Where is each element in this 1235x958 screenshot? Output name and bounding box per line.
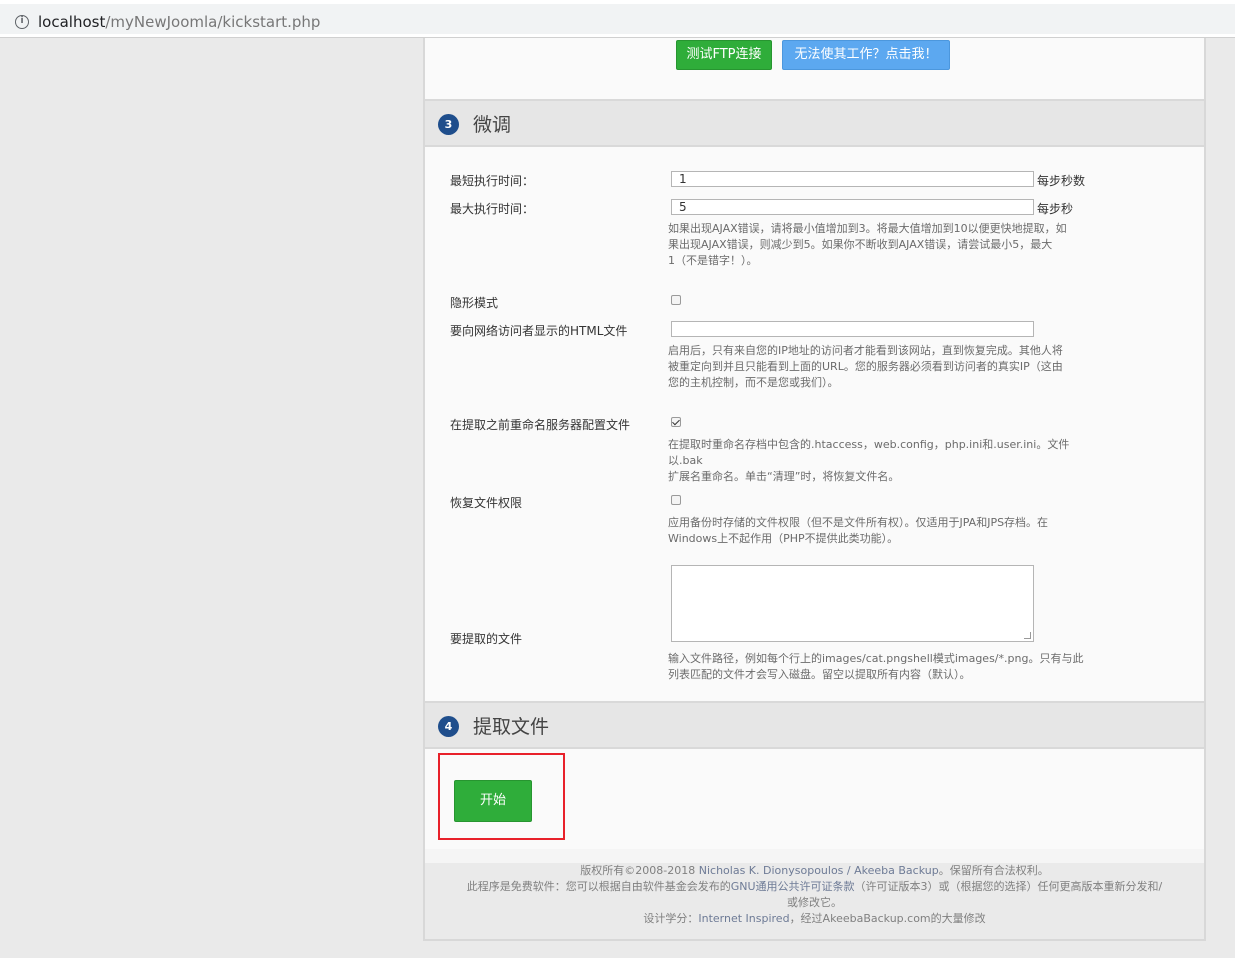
restore-permissions-help: 应用备份时存储的文件权限（但不是文件所有权）。仅适用于JPA和JPS存档。在 W… (668, 515, 1103, 547)
exec-time-help: 如果出现AJAX错误，请将最小值增加到3。将最大值增加到10以便更快地提取，如 … (668, 221, 1103, 269)
url-text[interactable]: localhost/myNewJoomla/kickstart.php (38, 13, 320, 31)
section-fine-tuning-header: 3 微调 (425, 99, 1204, 147)
footer-text: 。保留所有合法权利。 (938, 864, 1049, 877)
footer-text: 版权所有©2008-2018 (580, 864, 699, 877)
restore-permissions-label: 恢复文件权限 (450, 496, 523, 510)
min-exec-label: 最短执行时间： (450, 174, 535, 188)
footer-license: 此程序是免费软件：您可以根据自由软件基金会发布的GNU通用公共许可证条款（许可证… (425, 879, 1204, 895)
min-exec-unit: 每步秒数 (1037, 174, 1086, 188)
stealth-mode-label: 隐形模式 (450, 296, 499, 310)
help-line: 您的主机控制，而不是您或我们）。 (668, 376, 839, 389)
max-exec-input[interactable]: 5 (671, 199, 1034, 215)
help-line: 启用后，只有来自您的IP地址的访问者才能看到该网站，直到恢复完成。其他人将 (668, 344, 1063, 357)
footer: 版权所有©2008-2018 Nicholas K. Dionysopoulos… (425, 863, 1204, 939)
step-number-badge: 3 (438, 114, 459, 135)
extract-files-textarea[interactable] (671, 565, 1034, 642)
extract-files-label: 要提取的文件 (450, 632, 523, 646)
help-line: 列表匹配的文件才会写入磁盘。留空以提取所有内容（默认）。 (668, 668, 971, 681)
url-host: localhost (38, 13, 106, 31)
section-extract-header: 4 提取文件 (425, 701, 1204, 749)
help-line: 应用备份时存储的文件权限（但不是文件所有权）。仅适用于JPA和JPS存档。在 (668, 516, 1049, 529)
footer-text: ，经过AkeebaBackup.com的大量修改 (789, 912, 986, 925)
resize-grip-icon[interactable] (1024, 632, 1031, 639)
kickstart-container: 测试FTP连接 无法使其工作？点击我！ 3 微调 最短执行时间： 1 每步秒数 … (423, 38, 1206, 941)
help-line: 在提取时重命名存档中包含的.htaccess，web.config，php.in… (668, 438, 1070, 467)
help-line: 扩展名重命名。单击“清理”时，将恢复文件名。 (668, 470, 900, 483)
stealth-mode-checkbox[interactable] (671, 295, 681, 305)
ftp-help-button[interactable]: 无法使其工作？点击我！ (782, 40, 950, 70)
rename-config-checkbox[interactable] (671, 417, 681, 427)
max-exec-unit: 每步秒 (1037, 202, 1074, 216)
section-title: 提取文件 (473, 716, 550, 738)
rename-config-help: 在提取时重命名存档中包含的.htaccess，web.config，php.in… (668, 437, 1103, 485)
footer-design-link[interactable]: Internet Inspired (698, 912, 789, 925)
step-number-badge: 4 (438, 716, 459, 737)
stealth-help: 启用后，只有来自您的IP地址的访问者才能看到该网站，直到恢复完成。其他人将 被重… (668, 343, 1103, 391)
extract-files-help: 输入文件路径，例如每个行上的images/cat.pngshell模式image… (668, 651, 1103, 683)
browser-address-bar: i localhost/myNewJoomla/kickstart.php (0, 0, 1235, 38)
help-line: 1（不是错字！）。 (668, 254, 758, 267)
help-line: 输入文件路径，例如每个行上的images/cat.pngshell模式image… (668, 652, 1084, 665)
footer-license-cont: 或修改它。 (787, 896, 842, 909)
html-file-label: 要向网络访问者显示的HTML文件 (450, 324, 628, 338)
rename-config-label: 在提取之前重命名服务器配置文件 (450, 418, 631, 432)
help-line: 如果出现AJAX错误，请将最小值增加到3。将最大值增加到10以便更快地提取，如 (668, 222, 1067, 235)
help-line: 果出现AJAX错误，则减少到5。如果你不断收到AJAX错误，请尝试最小5，最大 (668, 238, 1053, 251)
start-button[interactable]: 开始 (454, 780, 532, 822)
url-path: /myNewJoomla/kickstart.php (105, 13, 321, 31)
footer-text: 设计学分： (643, 912, 699, 925)
section-fine-tuning-body: 最短执行时间： 1 每步秒数 最大执行时间： 5 每步秒 如果出现AJAX错误，… (425, 147, 1204, 701)
html-file-input[interactable] (671, 321, 1034, 337)
section-title: 微调 (473, 114, 512, 136)
help-line: Windows上不起作用（PHP不提供此类功能）。 (668, 532, 899, 545)
section-extract-body: 开始 (425, 749, 1204, 849)
restore-permissions-checkbox[interactable] (671, 495, 681, 505)
footer-author-link[interactable]: Nicholas K. Dionysopoulos / Akeeba Backu… (699, 864, 939, 877)
address-field[interactable]: i localhost/myNewJoomla/kickstart.php (0, 4, 1235, 34)
test-ftp-button[interactable]: 测试FTP连接 (676, 40, 772, 70)
ftp-buttons-area: 测试FTP连接 无法使其工作？点击我！ (425, 38, 1204, 100)
max-exec-label: 最大执行时间： (450, 202, 535, 216)
footer-credits: 设计学分：Internet Inspired，经过AkeebaBackup.co… (425, 911, 1204, 927)
footer-copyright: 版权所有©2008-2018 Nicholas K. Dionysopoulos… (425, 863, 1204, 879)
help-line: 被重定向到并且只能看到上面的URL。您的服务器必须看到访问者的真实IP（这由 (668, 360, 1063, 373)
info-icon[interactable]: i (15, 15, 29, 29)
min-exec-input[interactable]: 1 (671, 171, 1034, 187)
footer-text: （许可证版本3）或（根据您的选择）任何更高版本重新分发和/ (854, 880, 1163, 893)
footer-gpl-link[interactable]: GNU通用公共许可证条款 (731, 880, 855, 893)
footer-text: 此程序是免费软件：您可以根据自由软件基金会发布的 (466, 880, 731, 893)
